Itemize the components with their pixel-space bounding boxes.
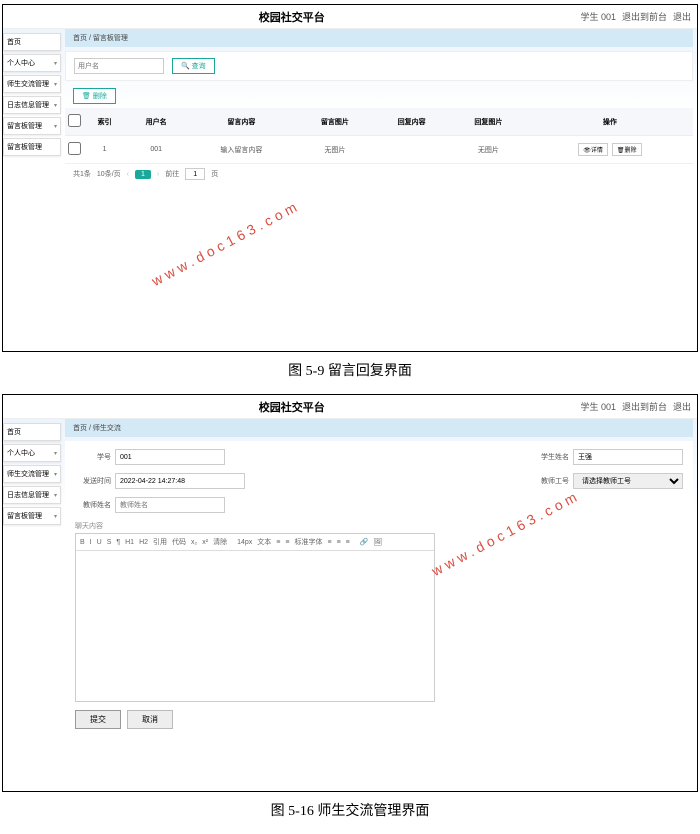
paragraph-icon[interactable]: ¶	[116, 539, 120, 546]
delete-button[interactable]: 🗑 删除	[73, 88, 116, 104]
eye-icon: 👁	[583, 148, 591, 154]
exit-link[interactable]: 退出	[673, 400, 691, 413]
indent-icon[interactable]: ≡	[337, 539, 341, 546]
subscript-icon[interactable]: x₂	[191, 539, 197, 546]
page-number[interactable]: 1	[135, 170, 151, 179]
chevron-down-icon: ▾	[54, 123, 57, 130]
chevron-down-icon: ▾	[54, 450, 57, 457]
figure-1-caption: 图 5-9 留言回复界面	[0, 360, 700, 380]
sidebar-item-board[interactable]: 留言板管理▾	[3, 117, 61, 135]
send-time-input[interactable]	[115, 473, 245, 489]
cancel-button[interactable]: 取消	[127, 710, 173, 729]
chevron-down-icon: ▾	[54, 102, 57, 109]
form: 学号 学生姓名 发送时间 教师工号请选择教师工号 教师姓名 聊天内容 B I U	[65, 441, 693, 737]
content-label: 聊天内容	[75, 521, 683, 531]
col-checkbox[interactable]	[65, 108, 83, 136]
rich-editor: B I U S ¶ H1 H2 引用 代码 x₂ x² 清除 14px	[75, 533, 435, 702]
exit-link[interactable]: 退出	[673, 10, 691, 23]
col-ops: 操作	[527, 108, 693, 136]
underline-icon[interactable]: U	[97, 539, 102, 546]
clear-button[interactable]: 清除	[213, 537, 227, 547]
pagination: 共1条 10条/页 ‹ 1 › 前往 页	[65, 164, 693, 184]
row-checkbox[interactable]	[68, 142, 81, 155]
message-table: 索引 用户名 留言内容 留言图片 回复内容 回复图片 操作 1 001 输入留言…	[65, 108, 693, 164]
link-icon[interactable]: 🔗	[360, 538, 369, 546]
search-input[interactable]	[74, 58, 164, 74]
trash-icon: 🗑	[82, 93, 91, 100]
sidebar-item-profile[interactable]: 个人中心▾	[3, 444, 61, 462]
figure-2-caption: 图 5-16 师生交流管理界面	[0, 800, 700, 820]
quote-button[interactable]: 引用	[153, 537, 167, 547]
h2-button[interactable]: H2	[139, 539, 148, 546]
chevron-down-icon: ▾	[54, 513, 57, 520]
fontsize-select[interactable]: 14px	[237, 539, 252, 546]
user-label[interactable]: 学生 001	[580, 400, 616, 413]
image-icon[interactable]: 🖼	[373, 538, 382, 546]
header: 校园社交平台 学生 001 退出到前台 退出	[3, 5, 697, 29]
search-icon: 🔍	[181, 63, 190, 70]
logout-link[interactable]: 退出到前台	[622, 400, 667, 413]
app-title: 校园社交平台	[3, 9, 580, 25]
col-index: 索引	[83, 108, 126, 136]
trash-icon: 🗑	[617, 148, 625, 154]
teacher-id-select[interactable]: 请选择教师工号	[573, 473, 683, 489]
align-icon[interactable]: ≡	[285, 539, 289, 546]
editor-toolbar: B I U S ¶ H1 H2 引用 代码 x₂ x² 清除 14px	[76, 534, 434, 551]
chevron-down-icon: ▾	[54, 60, 57, 67]
sidebar-item-comm[interactable]: 师生交流管理▾	[3, 465, 61, 483]
chevron-down-icon: ▾	[54, 492, 57, 499]
chevron-down-icon: ▾	[54, 81, 57, 88]
superscript-icon[interactable]: x²	[202, 539, 208, 546]
sidebar-item-log[interactable]: 日志信息管理▾	[3, 486, 61, 504]
col-img: 留言图片	[297, 108, 374, 136]
italic-icon[interactable]: I	[90, 539, 92, 546]
prev-page-icon[interactable]: ‹	[127, 171, 129, 178]
table-row[interactable]: 1 001 输入留言内容 无图片 无图片 👁详情 🗑删除	[65, 136, 693, 164]
sidebar-item-log[interactable]: 日志信息管理▾	[3, 96, 61, 114]
header: 校园社交平台 学生 001 退出到前台 退出	[3, 395, 697, 419]
chevron-down-icon: ▾	[54, 471, 57, 478]
figure-1: 校园社交平台 学生 001 退出到前台 退出 首页 个人中心▾ 师生交流管理▾ …	[2, 4, 698, 352]
col-rimg: 回复图片	[450, 108, 527, 136]
app-title: 校园社交平台	[3, 399, 580, 415]
next-page-icon[interactable]: ›	[157, 171, 159, 178]
row-delete-button[interactable]: 🗑删除	[612, 143, 642, 156]
logout-link[interactable]: 退出到前台	[622, 10, 667, 23]
detail-button[interactable]: 👁详情	[578, 143, 608, 156]
list-icon[interactable]: ≡	[327, 539, 331, 546]
breadcrumb: 首页 / 留言板管理	[65, 29, 693, 47]
sidebar: 首页 个人中心▾ 师生交流管理▾ 日志信息管理▾ 留言板管理▾ 留言板管理	[3, 29, 61, 351]
col-msg: 留言内容	[186, 108, 296, 136]
sidebar-item-home[interactable]: 首页	[3, 33, 61, 51]
breadcrumb: 首页 / 师生交流	[65, 419, 693, 437]
search-row: 🔍 查询	[65, 51, 693, 81]
figure-2: 校园社交平台 学生 001 退出到前台 退出 首页 个人中心▾ 师生交流管理▾ …	[2, 394, 698, 792]
font-select[interactable]: 标准字体	[294, 537, 322, 547]
user-label[interactable]: 学生 001	[580, 10, 616, 23]
student-name-input[interactable]	[573, 449, 683, 465]
col-user: 用户名	[126, 108, 186, 136]
bold-icon[interactable]: B	[80, 539, 85, 546]
outdent-icon[interactable]: ≡	[346, 539, 350, 546]
page-jump-input[interactable]	[185, 168, 205, 180]
h1-button[interactable]: H1	[125, 539, 134, 546]
submit-button[interactable]: 提交	[75, 710, 121, 729]
sidebar-item-comm[interactable]: 师生交流管理▾	[3, 75, 61, 93]
sidebar-item-home[interactable]: 首页	[3, 423, 61, 441]
search-button[interactable]: 🔍 查询	[172, 58, 215, 74]
editor-body[interactable]	[76, 551, 434, 701]
sidebar: 首页 个人中心▾ 师生交流管理▾ 日志信息管理▾ 留言板管理▾	[3, 419, 61, 791]
code-button[interactable]: 代码	[172, 537, 186, 547]
sidebar-item-profile[interactable]: 个人中心▾	[3, 54, 61, 72]
student-id-input[interactable]	[115, 449, 225, 465]
teacher-name-input[interactable]	[115, 497, 225, 513]
text-select[interactable]: 文本	[257, 537, 271, 547]
align-icon[interactable]: ≡	[276, 539, 280, 546]
sidebar-item-board2[interactable]: 留言板管理	[3, 138, 61, 156]
strike-icon[interactable]: S	[107, 539, 112, 546]
sidebar-item-board[interactable]: 留言板管理▾	[3, 507, 61, 525]
col-reply: 回复内容	[373, 108, 450, 136]
